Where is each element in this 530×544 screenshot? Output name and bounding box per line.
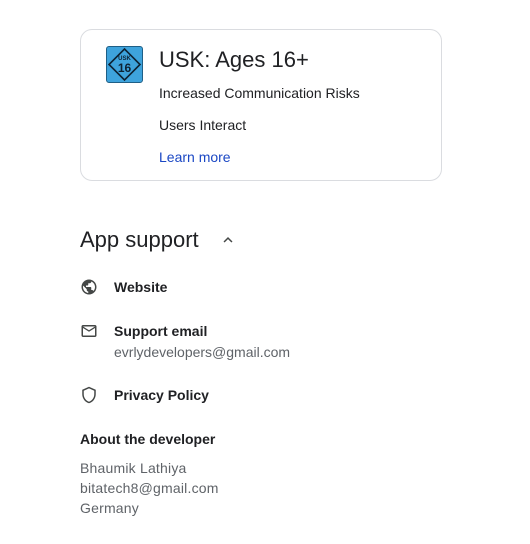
privacy-policy-label: Privacy Policy [114, 387, 209, 403]
rating-descriptor: Users Interact [159, 117, 247, 133]
rating-descriptor: Increased Communication Risks [159, 85, 360, 101]
learn-more-link[interactable]: Learn more [159, 148, 231, 166]
website-link[interactable]: Website [80, 278, 280, 298]
website-label: Website [114, 279, 168, 295]
support-email-link[interactable]: Support email evrlydevelopers@gmail.com [80, 322, 340, 364]
shield-icon [82, 386, 96, 404]
app-details-page: USK 16 USK: Ages 16+ Increased Communica… [0, 0, 530, 544]
developer-name: Bhaumik Lathiya [80, 460, 187, 476]
section-title: App support [80, 227, 199, 252]
content-rating-card: USK 16 USK: Ages 16+ Increased Communica… [80, 29, 442, 181]
support-email-label: Support email [114, 323, 208, 339]
usk-badge-number: 16 [118, 61, 132, 75]
app-support-toggle[interactable]: App support [80, 226, 237, 254]
developer-country: Germany [80, 500, 139, 516]
usk-rating-icon: USK 16 [106, 46, 143, 83]
mail-icon [81, 325, 97, 337]
chevron-up-icon[interactable] [219, 231, 237, 249]
developer-email: bitatech8@gmail.com [80, 480, 219, 496]
support-email-address: evrlydevelopers@gmail.com [114, 344, 291, 360]
globe-icon [81, 279, 97, 295]
about-developer-heading: About the developer [80, 431, 216, 447]
privacy-policy-link[interactable]: Privacy Policy [80, 386, 280, 406]
rating-title: USK: Ages 16+ [159, 47, 309, 72]
